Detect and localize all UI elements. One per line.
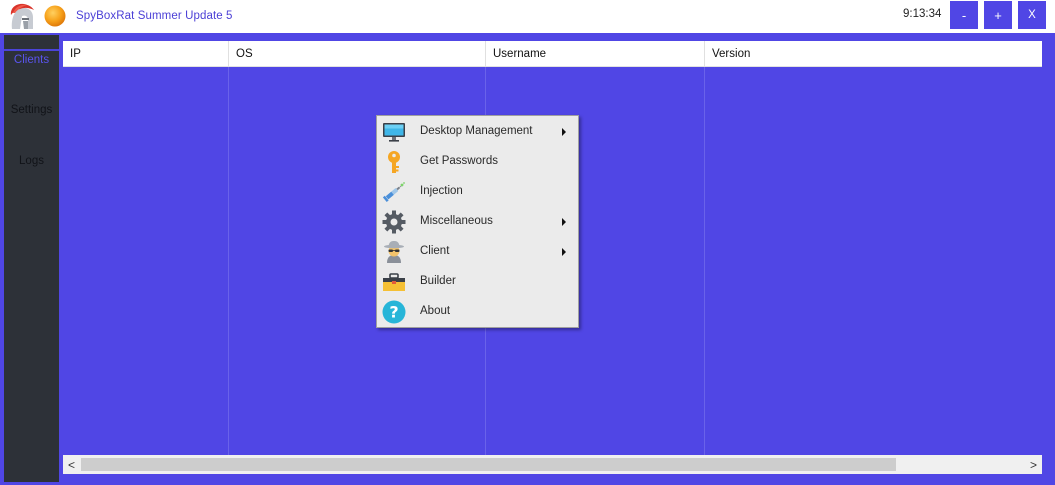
menu-item-injection[interactable]: Injection (379, 177, 576, 207)
sidebar: Clients Settings Logs (4, 35, 59, 482)
scroll-right-button[interactable]: > (1025, 455, 1042, 474)
context-menu: Desktop Management Get Passwords Injecti… (376, 115, 579, 328)
svg-text:?: ? (389, 303, 398, 322)
menu-item-label: Injection (420, 185, 463, 197)
column-header-os[interactable]: OS (229, 41, 486, 67)
syringe-icon (382, 182, 405, 203)
menu-item-miscellaneous[interactable]: Miscellaneous (379, 207, 576, 237)
scroll-thumb[interactable] (81, 458, 896, 471)
menu-item-label: Miscellaneous (420, 215, 493, 227)
menu-item-label: Builder (420, 275, 456, 287)
list-header: IP OS Username Version (63, 41, 1042, 67)
column-divider (228, 67, 229, 455)
sun-icon[interactable] (44, 5, 66, 27)
gear-icon (382, 210, 406, 234)
menu-item-builder[interactable]: Builder (379, 267, 576, 297)
submenu-arrow-icon (562, 128, 566, 136)
menu-item-label: About (420, 305, 451, 317)
menu-item-client[interactable]: Client (379, 237, 576, 267)
menu-item-get-passwords[interactable]: Get Passwords (379, 147, 576, 177)
spartan-helmet-logo-icon (10, 3, 35, 30)
sidebar-item-logs[interactable]: Logs (4, 155, 59, 167)
column-header-version[interactable]: Version (705, 41, 1042, 67)
submenu-arrow-icon (562, 248, 566, 256)
minimize-button[interactable]: - (950, 1, 978, 29)
menu-item-label: Desktop Management (420, 125, 533, 137)
menu-item-label: Client (420, 245, 450, 257)
sidebar-item-settings[interactable]: Settings (4, 104, 59, 116)
scroll-left-button[interactable]: < (63, 455, 80, 474)
sidebar-active-indicator (4, 49, 59, 51)
horizontal-scrollbar[interactable]: < > (63, 455, 1042, 474)
sidebar-item-clients[interactable]: Clients (4, 54, 59, 66)
toolbox-icon (383, 273, 405, 291)
menu-item-about[interactable]: ? About (379, 297, 576, 327)
monitor-icon (383, 123, 405, 142)
column-divider (704, 67, 705, 455)
menu-item-desktop-management[interactable]: Desktop Management (379, 117, 576, 147)
help-icon: ? (382, 300, 406, 324)
menu-item-label: Get Passwords (420, 155, 498, 167)
clock-display: 9:13:34 (903, 8, 942, 20)
maximize-button[interactable]: + (984, 1, 1012, 29)
submenu-arrow-icon (562, 218, 566, 226)
app-title: SpyBoxRat Summer Update 5 (76, 10, 233, 22)
spy-icon (384, 241, 404, 263)
column-header-username[interactable]: Username (486, 41, 705, 67)
column-header-ip[interactable]: IP (63, 41, 229, 67)
key-icon (388, 151, 400, 173)
close-button[interactable]: X (1018, 1, 1046, 29)
title-bar: SpyBoxRat Summer Update 5 9:13:34 - + X (0, 0, 1055, 33)
